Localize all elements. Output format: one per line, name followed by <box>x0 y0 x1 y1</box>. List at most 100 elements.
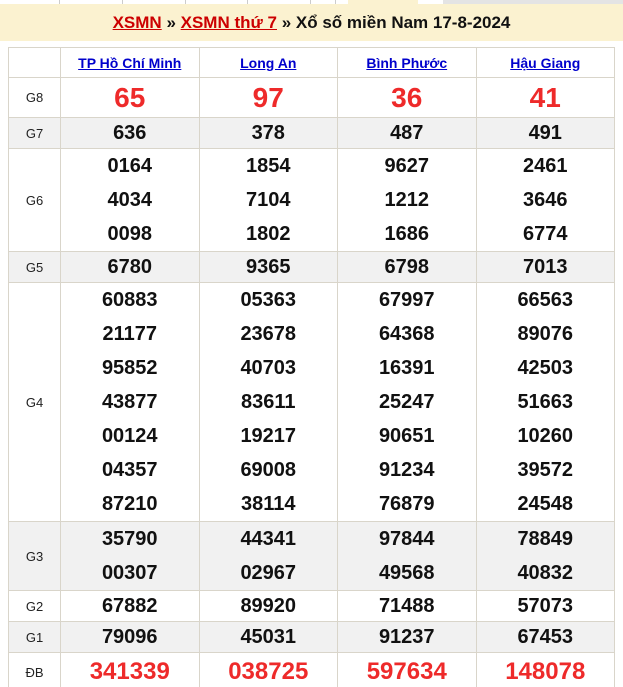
result-number: 25247 <box>338 385 476 419</box>
result-cell: 71488 <box>338 591 477 622</box>
result-number: 3646 <box>477 183 615 217</box>
result-number: 341339 <box>61 653 199 687</box>
result-number: 69008 <box>200 453 338 487</box>
result-number: 39572 <box>477 453 615 487</box>
province-header-link[interactable]: Bình Phước <box>366 55 447 71</box>
result-number: 42503 <box>477 351 615 385</box>
result-number: 64368 <box>338 317 476 351</box>
result-number: 1854 <box>200 149 338 183</box>
result-number: 0164 <box>61 149 199 183</box>
result-number: 1802 <box>200 217 338 251</box>
result-number: 90651 <box>338 419 476 453</box>
result-number: 7104 <box>200 183 338 217</box>
prize-label: G7 <box>9 118 61 149</box>
result-number: 40703 <box>200 351 338 385</box>
breadcrumb-link-xsmn-thu-7[interactable]: XSMN thứ 7 <box>181 13 277 33</box>
result-cell: 185471041802 <box>199 149 338 252</box>
result-cell: 66563890764250351663102603957224548 <box>476 283 615 522</box>
result-number: 4034 <box>61 183 199 217</box>
result-cell: 36 <box>338 78 477 118</box>
result-number: 9365 <box>200 252 338 282</box>
result-number: 00307 <box>61 556 199 590</box>
result-number: 66563 <box>477 283 615 317</box>
result-cell: 45031 <box>199 622 338 653</box>
result-number: 38114 <box>200 487 338 521</box>
result-number: 97 <box>200 78 338 117</box>
result-number: 16391 <box>338 351 476 385</box>
result-number: 6780 <box>61 252 199 282</box>
prize-row-g8: G865973641 <box>9 78 615 118</box>
result-number: 91237 <box>338 622 476 652</box>
tab-divider <box>185 0 186 4</box>
prize-row-g3: G335790003074434102967978444956878849408… <box>9 522 615 591</box>
result-number: 78849 <box>477 522 615 556</box>
prize-row-đb: ĐB341339038725597634148078 <box>9 653 615 687</box>
active-tab-remnant <box>348 0 418 4</box>
result-cell: 962712121686 <box>338 149 477 252</box>
result-number: 02967 <box>200 556 338 590</box>
page-title: Xổ số miền Nam 17-8-2024 <box>296 13 510 33</box>
result-number: 83611 <box>200 385 338 419</box>
result-number: 79096 <box>61 622 199 652</box>
result-number: 1212 <box>338 183 476 217</box>
result-number: 43877 <box>61 385 199 419</box>
result-number: 89920 <box>200 591 338 621</box>
prize-label: G8 <box>9 78 61 118</box>
prize-row-g1: G179096450319123767453 <box>9 622 615 653</box>
result-number: 71488 <box>338 591 476 621</box>
result-cell: 016440340098 <box>61 149 200 252</box>
header-row: TP Hồ Chí Minh Long An Bình Phước Hậu Giang <box>9 48 615 78</box>
result-cell: 597634 <box>338 653 477 687</box>
result-cell: 67997643681639125247906519123476879 <box>338 283 477 522</box>
prize-row-g5: G56780936567987013 <box>9 252 615 283</box>
result-cell: 341339 <box>61 653 200 687</box>
result-number: 636 <box>61 118 199 148</box>
result-number: 91234 <box>338 453 476 487</box>
result-number: 67882 <box>61 591 199 621</box>
province-header-link[interactable]: Hậu Giang <box>510 55 580 71</box>
tab-divider <box>247 0 248 4</box>
result-number: 6774 <box>477 217 615 251</box>
result-number: 89076 <box>477 317 615 351</box>
result-cell: 6798 <box>338 252 477 283</box>
province-header-link[interactable]: TP Hồ Chí Minh <box>78 55 181 71</box>
result-cell: 3579000307 <box>61 522 200 591</box>
breadcrumb-link-xsmn[interactable]: XSMN <box>113 13 162 33</box>
result-number: 40832 <box>477 556 615 590</box>
result-cell: 67882 <box>61 591 200 622</box>
prize-label: G6 <box>9 149 61 252</box>
result-number: 2461 <box>477 149 615 183</box>
result-cell: 7013 <box>476 252 615 283</box>
result-number: 44341 <box>200 522 338 556</box>
result-number: 67453 <box>477 622 615 652</box>
top-tab-strip <box>0 0 623 4</box>
tab-divider <box>59 0 60 4</box>
result-cell: 148078 <box>476 653 615 687</box>
result-cell: 378 <box>199 118 338 149</box>
breadcrumb-title-bar: XSMN » XSMN thứ 7 » Xổ số miền Nam 17-8-… <box>0 4 623 41</box>
tab-divider <box>335 0 336 4</box>
result-number: 9627 <box>338 149 476 183</box>
result-cell: 65 <box>61 78 200 118</box>
result-cell: 7884940832 <box>476 522 615 591</box>
result-number: 24548 <box>477 487 615 521</box>
result-cell: 97 <box>199 78 338 118</box>
province-header-link[interactable]: Long An <box>240 55 296 71</box>
province-header: TP Hồ Chí Minh <box>61 48 200 78</box>
result-number: 76879 <box>338 487 476 521</box>
result-cell: 491 <box>476 118 615 149</box>
breadcrumb-separator: » <box>277 13 296 33</box>
prize-label: G1 <box>9 622 61 653</box>
result-cell: 41 <box>476 78 615 118</box>
result-number: 7013 <box>477 252 615 282</box>
result-cell: 246136466774 <box>476 149 615 252</box>
result-cell: 05363236784070383611192176900838114 <box>199 283 338 522</box>
result-number: 04357 <box>61 453 199 487</box>
result-cell: 9784449568 <box>338 522 477 591</box>
result-cell: 6780 <box>61 252 200 283</box>
result-number: 1686 <box>338 217 476 251</box>
result-number: 41 <box>477 78 615 117</box>
result-number: 00124 <box>61 419 199 453</box>
province-header: Bình Phước <box>338 48 477 78</box>
result-cell: 91237 <box>338 622 477 653</box>
